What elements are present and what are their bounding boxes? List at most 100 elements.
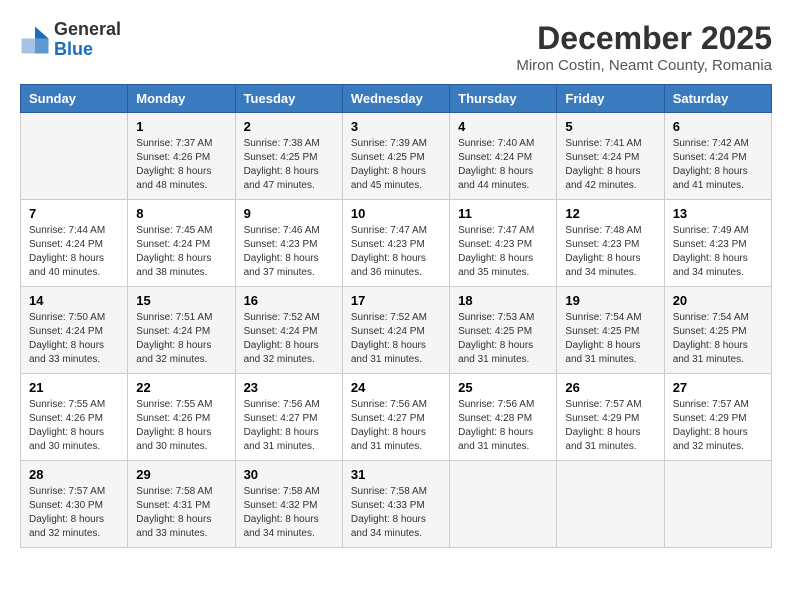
month-title: December 2025 [516,20,772,57]
calendar-cell: 19 Sunrise: 7:54 AM Sunset: 4:25 PM Dayli… [557,287,664,374]
day-info: Sunrise: 7:50 AM Sunset: 4:24 PM Dayligh… [29,311,119,367]
calendar-cell: 25 Sunrise: 7:56 AM Sunset: 4:28 PM Dayli… [450,374,557,461]
day-info: Sunrise: 7:54 AM Sunset: 4:25 PM Dayligh… [673,311,763,367]
day-number: 29 [136,467,226,482]
calendar-table: SundayMondayTuesdayWednesdayThursdayFrid… [20,84,772,548]
week-row-5: 28 Sunrise: 7:57 AM Sunset: 4:30 PM Dayli… [21,461,772,548]
day-number: 18 [458,293,548,308]
page-header: General Blue December 2025 Miron Costin,… [20,20,772,74]
day-number: 24 [351,380,441,395]
day-info: Sunrise: 7:48 AM Sunset: 4:23 PM Dayligh… [565,224,655,280]
day-info: Sunrise: 7:53 AM Sunset: 4:25 PM Dayligh… [458,311,548,367]
day-info: Sunrise: 7:41 AM Sunset: 4:24 PM Dayligh… [565,137,655,193]
week-row-1: 1 Sunrise: 7:37 AM Sunset: 4:26 PM Daylig… [21,113,772,200]
day-number: 2 [244,119,334,134]
week-row-2: 7Sunrise: 7:44 AM Sunset: 4:24 PM Daylig… [21,200,772,287]
day-number: 15 [136,293,226,308]
day-number: 14 [29,293,119,308]
day-info: Sunrise: 7:47 AM Sunset: 4:23 PM Dayligh… [458,224,548,280]
day-number: 6 [673,119,763,134]
calendar-cell: 7Sunrise: 7:44 AM Sunset: 4:24 PM Daylig… [21,200,128,287]
calendar-cell: 11 Sunrise: 7:47 AM Sunset: 4:23 PM Dayli… [450,200,557,287]
logo-general-text: General [54,19,121,39]
week-row-4: 21 Sunrise: 7:55 AM Sunset: 4:26 PM Dayli… [21,374,772,461]
day-number: 17 [351,293,441,308]
calendar-cell: 2Sunrise: 7:38 AM Sunset: 4:25 PM Daylig… [235,113,342,200]
day-info: Sunrise: 7:56 AM Sunset: 4:27 PM Dayligh… [244,398,334,454]
calendar-cell [557,461,664,548]
calendar-cell: 17 Sunrise: 7:52 AM Sunset: 4:24 PM Dayli… [342,287,449,374]
day-number: 30 [244,467,334,482]
calendar-cell: 14 Sunrise: 7:50 AM Sunset: 4:24 PM Dayli… [21,287,128,374]
calendar-body: 1 Sunrise: 7:37 AM Sunset: 4:26 PM Daylig… [21,113,772,548]
day-number: 26 [565,380,655,395]
logo-text: General Blue [54,20,121,60]
day-info: Sunrise: 7:56 AM Sunset: 4:28 PM Dayligh… [458,398,548,454]
day-info: Sunrise: 7:58 AM Sunset: 4:33 PM Dayligh… [351,485,441,541]
day-info: Sunrise: 7:57 AM Sunset: 4:30 PM Dayligh… [29,485,119,541]
day-info: Sunrise: 7:49 AM Sunset: 4:23 PM Dayligh… [673,224,763,280]
calendar-cell: 9Sunrise: 7:46 AM Sunset: 4:23 PM Daylig… [235,200,342,287]
calendar-cell: 20Sunrise: 7:54 AM Sunset: 4:25 PM Dayli… [664,287,771,374]
day-number: 23 [244,380,334,395]
logo: General Blue [20,20,121,60]
day-number: 3 [351,119,441,134]
day-info: Sunrise: 7:51 AM Sunset: 4:24 PM Dayligh… [136,311,226,367]
day-info: Sunrise: 7:46 AM Sunset: 4:23 PM Dayligh… [244,224,334,280]
day-info: Sunrise: 7:57 AM Sunset: 4:29 PM Dayligh… [565,398,655,454]
day-number: 19 [565,293,655,308]
calendar-cell: 1 Sunrise: 7:37 AM Sunset: 4:26 PM Daylig… [128,113,235,200]
day-number: 22 [136,380,226,395]
day-info: Sunrise: 7:44 AM Sunset: 4:24 PM Dayligh… [29,224,119,280]
calendar-cell: 22Sunrise: 7:55 AM Sunset: 4:26 PM Dayli… [128,374,235,461]
calendar-cell: 26 Sunrise: 7:57 AM Sunset: 4:29 PM Dayli… [557,374,664,461]
calendar-cell: 30 Sunrise: 7:58 AM Sunset: 4:32 PM Dayli… [235,461,342,548]
day-number: 5 [565,119,655,134]
day-info: Sunrise: 7:58 AM Sunset: 4:32 PM Dayligh… [244,485,334,541]
day-number: 12 [565,206,655,221]
day-header-wednesday: Wednesday [342,85,449,113]
day-info: Sunrise: 7:55 AM Sunset: 4:26 PM Dayligh… [29,398,119,454]
calendar-cell [450,461,557,548]
calendar-cell: 15 Sunrise: 7:51 AM Sunset: 4:24 PM Dayli… [128,287,235,374]
calendar-cell: 29 Sunrise: 7:58 AM Sunset: 4:31 PM Dayli… [128,461,235,548]
day-header-tuesday: Tuesday [235,85,342,113]
calendar-cell: 16 Sunrise: 7:52 AM Sunset: 4:24 PM Dayli… [235,287,342,374]
day-info: Sunrise: 7:58 AM Sunset: 4:31 PM Dayligh… [136,485,226,541]
day-number: 27 [673,380,763,395]
day-info: Sunrise: 7:52 AM Sunset: 4:24 PM Dayligh… [351,311,441,367]
day-number: 16 [244,293,334,308]
calendar-cell: 28 Sunrise: 7:57 AM Sunset: 4:30 PM Dayli… [21,461,128,548]
calendar-header: SundayMondayTuesdayWednesdayThursdayFrid… [21,85,772,113]
day-number: 1 [136,119,226,134]
day-info: Sunrise: 7:39 AM Sunset: 4:25 PM Dayligh… [351,137,441,193]
calendar-cell: 12 Sunrise: 7:48 AM Sunset: 4:23 PM Dayli… [557,200,664,287]
calendar-cell: 13Sunrise: 7:49 AM Sunset: 4:23 PM Dayli… [664,200,771,287]
day-number: 21 [29,380,119,395]
calendar-cell: 5 Sunrise: 7:41 AM Sunset: 4:24 PM Daylig… [557,113,664,200]
calendar-cell [21,113,128,200]
day-info: Sunrise: 7:57 AM Sunset: 4:29 PM Dayligh… [673,398,763,454]
title-block: December 2025 Miron Costin, Neamt County… [516,20,772,74]
day-number: 10 [351,206,441,221]
calendar-cell: 4Sunrise: 7:40 AM Sunset: 4:24 PM Daylig… [450,113,557,200]
day-number: 28 [29,467,119,482]
calendar-cell: 23 Sunrise: 7:56 AM Sunset: 4:27 PM Dayli… [235,374,342,461]
logo-blue-text: Blue [54,39,93,59]
day-info: Sunrise: 7:52 AM Sunset: 4:24 PM Dayligh… [244,311,334,367]
day-info: Sunrise: 7:56 AM Sunset: 4:27 PM Dayligh… [351,398,441,454]
logo-icon [20,25,50,55]
calendar-cell: 8 Sunrise: 7:45 AM Sunset: 4:24 PM Daylig… [128,200,235,287]
day-info: Sunrise: 7:54 AM Sunset: 4:25 PM Dayligh… [565,311,655,367]
day-info: Sunrise: 7:45 AM Sunset: 4:24 PM Dayligh… [136,224,226,280]
day-number: 25 [458,380,548,395]
day-info: Sunrise: 7:37 AM Sunset: 4:26 PM Dayligh… [136,137,226,193]
calendar-cell: 18 Sunrise: 7:53 AM Sunset: 4:25 PM Dayli… [450,287,557,374]
day-info: Sunrise: 7:42 AM Sunset: 4:24 PM Dayligh… [673,137,763,193]
calendar-cell: 27 Sunrise: 7:57 AM Sunset: 4:29 PM Dayli… [664,374,771,461]
day-number: 11 [458,206,548,221]
calendar-cell: 21 Sunrise: 7:55 AM Sunset: 4:26 PM Dayli… [21,374,128,461]
day-headers-row: SundayMondayTuesdayWednesdayThursdayFrid… [21,85,772,113]
week-row-3: 14 Sunrise: 7:50 AM Sunset: 4:24 PM Dayli… [21,287,772,374]
day-number: 8 [136,206,226,221]
